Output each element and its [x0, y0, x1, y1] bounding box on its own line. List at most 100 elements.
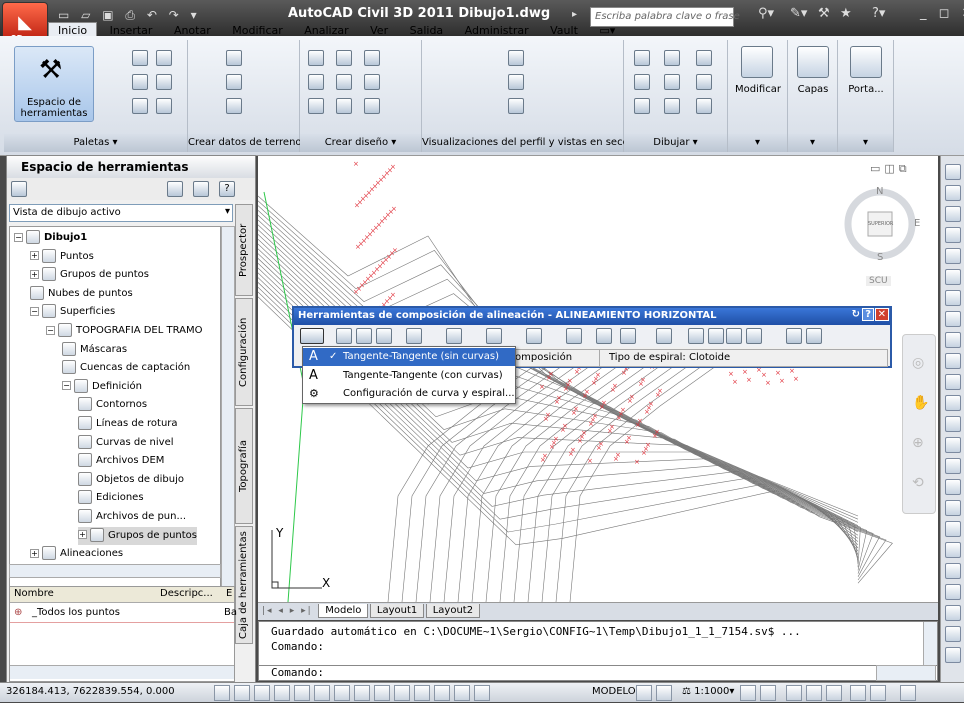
- survey-point[interactable]: ×: [573, 405, 579, 413]
- clean-screen-icon[interactable]: [900, 685, 916, 701]
- tree-item-dem-files[interactable]: Archivos DEM: [78, 452, 164, 470]
- survey-point[interactable]: ×: [595, 371, 601, 379]
- survey-point[interactable]: ×: [539, 383, 545, 391]
- reverse-direction-icon[interactable]: [620, 328, 636, 344]
- cogo-tool-icon[interactable]: [945, 416, 961, 432]
- tab-navigation-icon[interactable]: |◂ ◂ ▸ ▸|: [258, 606, 317, 616]
- tab-modelo[interactable]: Modelo: [318, 604, 369, 618]
- ucs-menu[interactable]: SCU: [866, 276, 891, 286]
- zoom-nav-icon[interactable]: ⊕: [912, 435, 924, 451]
- survey-point[interactable]: ×: [548, 370, 554, 378]
- survey-point[interactable]: ×: [620, 406, 626, 414]
- zoom-icon[interactable]: [11, 181, 27, 197]
- panel-crear-datos-terreno-label[interactable]: Crear datos de terreno ▾: [188, 134, 310, 152]
- corridor-icon[interactable]: [364, 74, 380, 90]
- survey-point[interactable]: ×: [732, 378, 738, 386]
- circle-icon[interactable]: [664, 74, 680, 90]
- open-icon[interactable]: ▱: [81, 8, 90, 22]
- help-icon[interactable]: ?: [862, 308, 874, 321]
- survey-point[interactable]: ×: [654, 428, 660, 436]
- column-nombre[interactable]: Nombre: [14, 588, 54, 599]
- surface-line-icon[interactable]: [945, 164, 961, 180]
- infer-constraints-icon[interactable]: [214, 685, 230, 701]
- survey-point[interactable]: ×: [626, 434, 632, 442]
- multiline-icon[interactable]: [634, 74, 650, 90]
- help-icon[interactable]: ?▾: [872, 6, 885, 28]
- layers-icon[interactable]: [797, 46, 829, 78]
- intersection-icon[interactable]: [308, 98, 324, 114]
- survey-point[interactable]: ×: [742, 368, 748, 376]
- grid-display-icon[interactable]: [254, 685, 270, 701]
- close-icon[interactable]: ✕: [874, 308, 889, 321]
- survey-point[interactable]: ×: [637, 417, 643, 425]
- survey-point[interactable]: ×: [746, 376, 752, 384]
- transparency-icon[interactable]: [945, 353, 961, 369]
- grading-icon[interactable]: [364, 50, 380, 66]
- alignment-grid-view-icon[interactable]: [746, 328, 762, 344]
- markup-icon[interactable]: [132, 98, 148, 114]
- tree-item-definition[interactable]: − Definición: [62, 378, 142, 396]
- tree-item-alignments[interactable]: + Alineaciones: [30, 545, 123, 563]
- survey-point[interactable]: ×: [645, 441, 651, 449]
- dimension-tool-icon[interactable]: [945, 584, 961, 600]
- assembly-icon[interactable]: [336, 98, 352, 114]
- survey-point[interactable]: ×: [598, 440, 604, 448]
- annotation-visibility-icon[interactable]: [740, 685, 756, 701]
- viewcube-east[interactable]: E: [914, 218, 920, 229]
- expand-icon[interactable]: +: [30, 251, 39, 261]
- help-icon[interactable]: ?: [219, 181, 235, 197]
- surfaces-icon[interactable]: [226, 74, 242, 90]
- hardware-accel-icon[interactable]: [826, 685, 842, 701]
- polyline-icon[interactable]: [664, 50, 680, 66]
- dynamic-input-icon[interactable]: [394, 685, 410, 701]
- capas-button[interactable]: Capas: [788, 84, 838, 95]
- tab-layout1[interactable]: Layout1: [369, 604, 425, 618]
- pipe-tool-icon[interactable]: [945, 437, 961, 453]
- survey-point[interactable]: ×: [629, 393, 635, 401]
- extend-tool-icon[interactable]: [945, 542, 961, 558]
- sample-lines-icon[interactable]: [508, 74, 524, 90]
- survey-point[interactable]: ×: [562, 422, 568, 430]
- ellipse-icon[interactable]: [664, 98, 680, 114]
- polygon-tool-icon[interactable]: [945, 269, 961, 285]
- expand-icon[interactable]: +: [78, 530, 87, 540]
- block-tool-icon[interactable]: [945, 332, 961, 348]
- parcel-tool-icon[interactable]: [945, 395, 961, 411]
- feature-line-icon[interactable]: [336, 50, 352, 66]
- survey-point[interactable]: ×: [761, 371, 767, 379]
- modify-icon[interactable]: [741, 46, 773, 78]
- survey-point[interactable]: ×: [779, 377, 785, 385]
- survey-point[interactable]: ×: [355, 243, 361, 251]
- viewcube-north[interactable]: N: [876, 186, 883, 197]
- object-snap-tracking-icon[interactable]: [354, 685, 370, 701]
- arc-icon[interactable]: [696, 50, 712, 66]
- pan-icon[interactable]: ✋: [912, 395, 929, 411]
- tree-item-surface-item[interactable]: − TOPOGRAFIA DEL TRAMO: [46, 322, 203, 340]
- grading-tool-icon[interactable]: [945, 374, 961, 390]
- refresh-icon[interactable]: ↻: [852, 309, 860, 320]
- survey-point[interactable]: ×: [612, 382, 618, 390]
- parcel-icon[interactable]: [308, 50, 324, 66]
- redo-icon[interactable]: [806, 328, 822, 344]
- redo-icon[interactable]: ↷: [169, 8, 179, 22]
- sheet-set-icon[interactable]: [156, 74, 172, 90]
- table-horizontal-scrollbar[interactable]: [10, 665, 234, 679]
- panel-visualizaciones-label[interactable]: Visualizaciones del perfil y vistas en s…: [422, 134, 643, 152]
- command-scrollbar[interactable]: [923, 622, 937, 666]
- spline-icon[interactable]: [634, 98, 650, 114]
- panel-dibujar-label[interactable]: Dibujar ▾: [624, 134, 727, 152]
- pipe-network-icon[interactable]: [364, 98, 380, 114]
- survey-point[interactable]: ×: [648, 400, 654, 408]
- undo-icon[interactable]: ↶: [147, 8, 157, 22]
- viewcube-face[interactable]: SUPERIOR: [868, 221, 893, 227]
- section-views-icon[interactable]: [508, 98, 524, 114]
- selection-cycling-icon[interactable]: [474, 685, 490, 701]
- profile-tool-icon[interactable]: [945, 206, 961, 222]
- quick-view-drawings-icon[interactable]: [656, 685, 672, 701]
- calculator-icon[interactable]: [156, 98, 172, 114]
- viewcube-south[interactable]: S: [877, 252, 883, 263]
- steering-wheel-icon[interactable]: ◎: [912, 355, 924, 371]
- menu-item-tangent-no-curves[interactable]: A ✓ Tangente-Tangente (sin curvas): [303, 348, 515, 366]
- menu-item-tangent-with-curves[interactable]: A Tangente-Tangente (con curvas): [303, 367, 515, 385]
- line-tools-icon[interactable]: [406, 328, 422, 344]
